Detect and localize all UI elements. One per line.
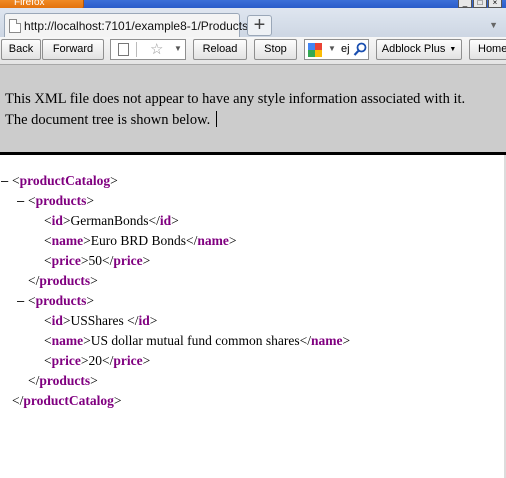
- search-engine-chevron-icon[interactable]: ▼: [328, 44, 336, 53]
- xml-style-notice: This XML file does not appear to have an…: [0, 65, 506, 155]
- tab-list-chevron-icon[interactable]: ▼: [489, 20, 498, 30]
- name-element: <name>Euro BRD Bonds</name>: [44, 233, 237, 248]
- name-value: US dollar mutual fund common shares: [90, 333, 300, 348]
- price-element: <price>50</price>: [44, 253, 151, 268]
- search-bar[interactable]: ▼ ej: [304, 39, 369, 60]
- new-tab-button[interactable]: +: [247, 15, 272, 36]
- text-caret: [216, 111, 218, 127]
- notice-line-2-text: The document tree is shown below.: [5, 112, 211, 128]
- name-element: <name>US dollar mutual fund common share…: [44, 333, 351, 348]
- products-2-open-tag: <products>: [28, 293, 95, 308]
- close-button[interactable]: ×: [488, 0, 502, 8]
- id-element: <id>USShares </id>: [44, 313, 158, 328]
- url-bar[interactable]: ☆ ▼: [110, 39, 186, 60]
- window-controls: _ □ ×: [458, 0, 502, 8]
- window-title-bar: Firefox _ □ ×: [0, 0, 506, 9]
- tab-strip: http://localhost:7101/example8-1/Product…: [0, 8, 506, 38]
- url-history-chevron-icon[interactable]: ▼: [174, 44, 182, 53]
- home-button[interactable]: Home: [469, 39, 506, 60]
- collapse-products-1-toggle[interactable]: –: [17, 192, 24, 210]
- google-icon[interactable]: [308, 43, 322, 57]
- minimize-button[interactable]: _: [458, 0, 472, 8]
- price-value: 50: [88, 253, 103, 268]
- root-open-tag: <productCatalog>: [12, 173, 118, 188]
- xml-document-tree: – <productCatalog> – <products> <id>Germ…: [0, 156, 500, 478]
- notice-line-1: This XML file does not appear to have an…: [5, 91, 466, 107]
- name-value: Euro BRD Bonds: [90, 233, 187, 248]
- collapse-products-2-toggle[interactable]: –: [17, 292, 24, 310]
- navigation-toolbar: Back Forward ☆ ▼ Reload Stop ▼ ej Adbloc…: [0, 37, 506, 65]
- page-icon: [9, 19, 21, 33]
- bookmark-star-icon[interactable]: ☆: [150, 40, 163, 58]
- adblock-chevron-icon: ▼: [449, 46, 457, 53]
- forward-button[interactable]: Forward: [42, 39, 104, 60]
- stop-button[interactable]: Stop: [254, 39, 297, 60]
- id-value: GermanBonds: [70, 213, 149, 228]
- price-element: <price>20</price>: [44, 353, 151, 368]
- adblock-plus-label: Adblock Plus: [381, 43, 446, 55]
- products-1-close-tag: </products>: [28, 273, 98, 288]
- price-value: 20: [88, 353, 103, 368]
- root-close-tag: </productCatalog>: [12, 393, 122, 408]
- reload-button[interactable]: Reload: [193, 39, 247, 60]
- maximize-button[interactable]: □: [473, 0, 487, 8]
- tab-products[interactable]: http://localhost:7101/example8-1/Product…: [4, 13, 248, 38]
- id-value: USShares: [70, 313, 128, 328]
- id-element: <id>GermanBonds</id>: [44, 213, 179, 228]
- adblock-plus-button[interactable]: Adblock Plus ▼: [376, 39, 462, 60]
- back-button[interactable]: Back: [1, 39, 41, 60]
- products-1-open-tag: <products>: [28, 193, 95, 208]
- products-2-close-tag: </products>: [28, 373, 98, 388]
- magnifier-icon[interactable]: [353, 42, 367, 57]
- collapse-root-toggle[interactable]: –: [1, 172, 8, 190]
- tab-title: http://localhost:7101/example8-1/Product…: [24, 19, 249, 33]
- url-separator: [136, 42, 137, 57]
- search-input[interactable]: ej: [341, 43, 350, 55]
- notice-line-2: The document tree is shown below.: [5, 111, 218, 129]
- page-icon: [118, 43, 129, 56]
